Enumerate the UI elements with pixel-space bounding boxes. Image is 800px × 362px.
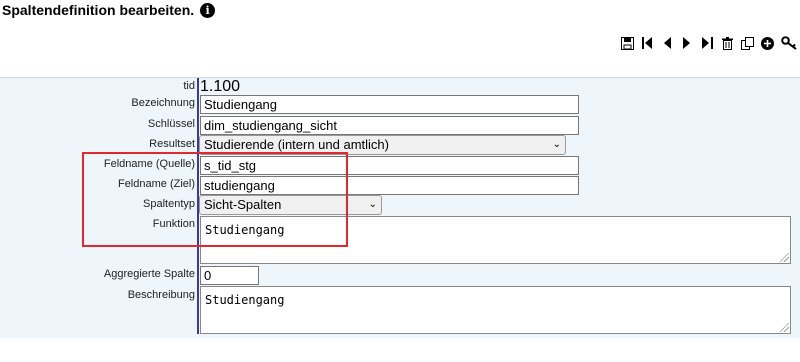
- add-icon[interactable]: [760, 35, 774, 51]
- resize-handle[interactable]: [780, 253, 789, 262]
- info-icon[interactable]: i: [200, 2, 216, 18]
- resultset-label: Resultset: [149, 138, 195, 150]
- beschreibung-textarea[interactable]: Studiengang: [200, 286, 791, 334]
- save-icon[interactable]: [620, 35, 634, 51]
- last-icon[interactable]: [700, 35, 714, 51]
- page-title-row: Spaltendefinition bearbeiten. i: [2, 2, 216, 18]
- beschreibung-label: Beschreibung: [127, 289, 195, 301]
- chevron-down-icon: ⌄: [368, 199, 377, 210]
- schluessel-input[interactable]: dim_studiengang_sicht: [200, 116, 579, 135]
- page-title: Spaltendefinition bearbeiten.: [2, 2, 195, 18]
- copy-icon[interactable]: [740, 35, 754, 51]
- schluessel-label: Schlüssel: [147, 118, 195, 130]
- aggregierte-spalte-label: Aggregierte Spalte: [103, 268, 195, 280]
- delete-icon[interactable]: [720, 35, 734, 51]
- tid-value: 1.100: [200, 78, 241, 95]
- beschreibung-text: Studiengang: [205, 293, 285, 307]
- tid-label: tid: [183, 80, 195, 92]
- bezeichnung-input[interactable]: Studiengang: [200, 95, 579, 114]
- aggregierte-spalte-input[interactable]: 0: [200, 266, 259, 285]
- first-icon[interactable]: [640, 35, 654, 51]
- highlight-box: [82, 152, 348, 247]
- prev-icon[interactable]: [660, 35, 674, 51]
- chevron-down-icon: ⌄: [552, 139, 561, 150]
- key-icon[interactable]: [780, 35, 798, 51]
- record-toolbar: [620, 35, 798, 51]
- bezeichnung-label: Bezeichnung: [131, 97, 195, 109]
- next-icon[interactable]: [680, 35, 694, 51]
- resize-handle[interactable]: [780, 323, 789, 332]
